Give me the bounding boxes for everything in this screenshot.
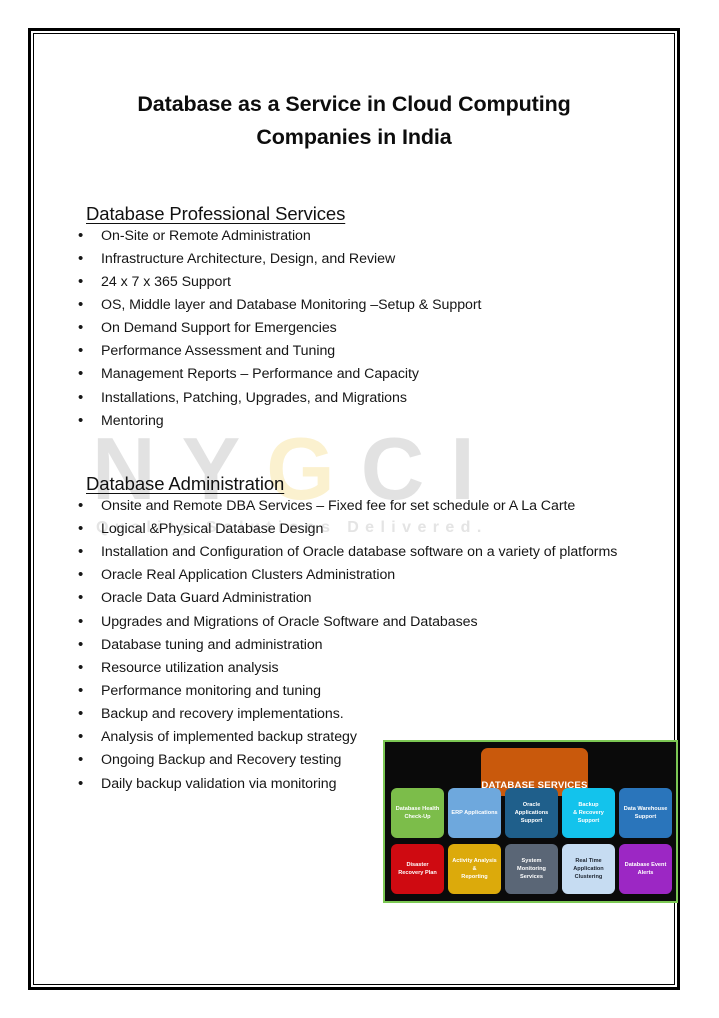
section-heading-database-administration: Database Administration [86,472,285,494]
service-tile-label: Backup & Recovery Support [573,801,604,825]
page-title: Database as a Service in Cloud Computing… [137,92,571,150]
service-tile-label: Data Warehouse Support [623,805,668,820]
list-item: Performance monitoring and tuning [64,679,641,704]
services-bottom-row: Disaster Recovery Plan Activity Analysis… [391,844,672,894]
service-tile-label: Activity Analysis & Reporting [452,857,497,881]
list-item: Oracle Real Application Clusters Adminis… [64,563,641,588]
list-item: Management Reports – Performance and Cap… [64,362,668,387]
service-tile: ERP Applications [448,788,501,838]
section-heading-professional-services: Database Professional Services [86,202,346,224]
list-item: OS, Middle layer and Database Monitoring… [64,293,668,318]
list-item: Installation and Configuration of Oracle… [64,540,641,565]
service-tile-label: Disaster Recovery Plan [398,861,437,876]
service-tile: Database Health Check-Up [391,788,444,838]
list-item: Performance Assessment and Tuning [64,339,668,364]
service-tile-label: System Monitoring Services [517,857,546,881]
service-tile: Data Warehouse Support [619,788,672,838]
bullet-list-professional-services: On-Site or Remote Administration Infrast… [40,224,668,434]
list-item: On-Site or Remote Administration [64,224,668,249]
service-tile-label: Oracle Applications Support [514,801,549,825]
service-tile-label: Database Health Check-Up [395,805,440,820]
service-tile-label: ERP Applications [451,809,498,816]
section-professional-services: Database Professional Services On-Site o… [40,155,668,434]
services-top-row: Database Health Check-Up ERP Application… [391,788,672,838]
service-tile: Database Event Alerts [619,844,672,894]
database-services-diagram: DATABASE SERVICES Database Health Check-… [383,740,678,903]
service-tile: Activity Analysis & Reporting [448,844,501,894]
list-item: Onsite and Remote DBA Services – Fixed f… [64,494,641,519]
list-item: Mentoring [64,409,668,434]
list-item: Installations, Patching, Upgrades, and M… [64,386,668,411]
list-item: Oracle Data Guard Administration [64,586,641,611]
service-tile: Real Time Application Clustering [562,844,615,894]
service-tile: Backup & Recovery Support [562,788,615,838]
list-item: Resource utilization analysis [64,656,641,681]
list-item: Upgrades and Migrations of Oracle Softwa… [64,610,641,635]
list-item: On Demand Support for Emergencies [64,316,668,341]
service-tile: System Monitoring Services [505,844,558,894]
list-item: Backup and recovery implementations. [64,702,641,727]
service-tile: Disaster Recovery Plan [391,844,444,894]
list-item: 24 x 7 x 365 Support [64,270,668,295]
list-item: Logical &Physical Database Design [64,517,641,542]
service-tile-label: Real Time Application Clustering [573,857,604,881]
list-item: Infrastructure Architecture, Design, and… [64,247,668,272]
service-tile: Oracle Applications Support [505,788,558,838]
service-tile-label: Database Event Alerts [624,861,667,876]
page-content: Database as a Service in Cloud Computing… [40,40,678,978]
list-item: Database tuning and administration [64,633,641,658]
